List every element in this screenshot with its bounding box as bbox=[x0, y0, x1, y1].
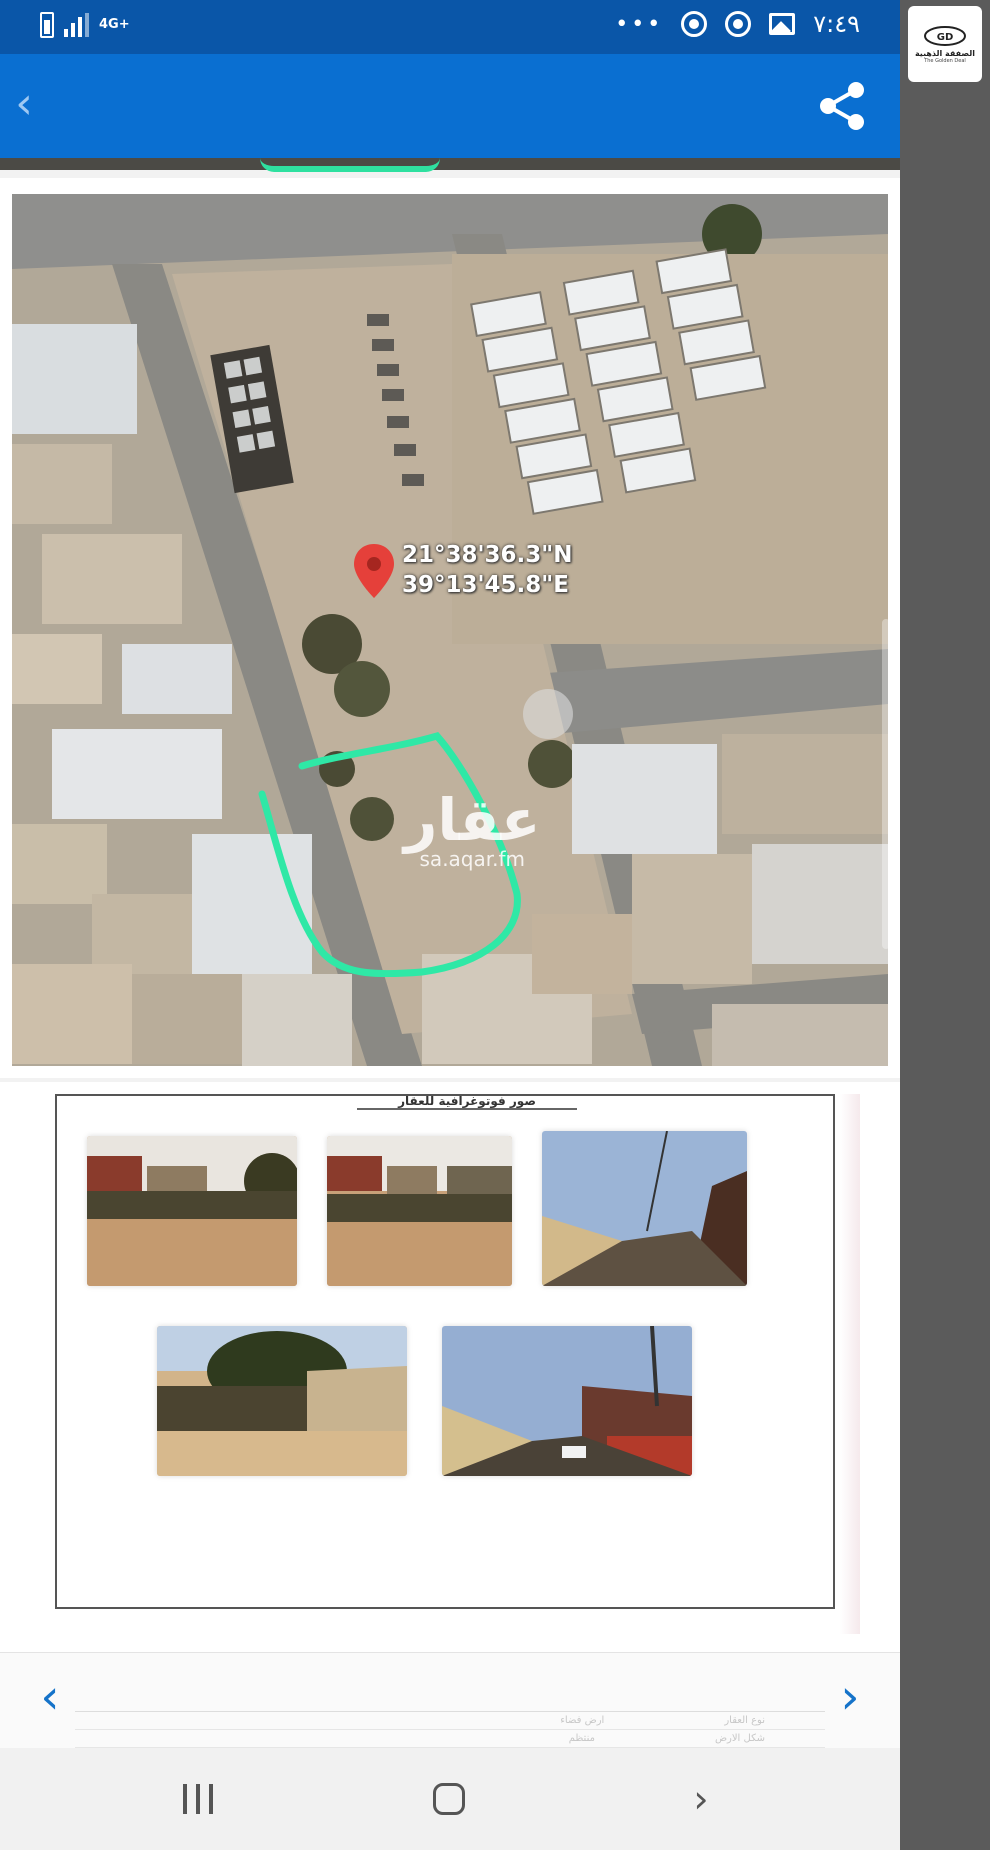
table-row: ارض فضاء نوع العقار bbox=[75, 1712, 825, 1730]
table-cell-label: شكل الارض bbox=[714, 1733, 765, 1744]
previous-image-edge bbox=[0, 158, 900, 172]
side-rail: GD الصفقة الذهبية The Golden Deal bbox=[900, 0, 990, 1850]
chevron-left-icon[interactable]: ‹ bbox=[30, 1671, 70, 1727]
property-photo-2 bbox=[327, 1136, 512, 1286]
network-type: 4G+ bbox=[99, 17, 130, 32]
app-bar: ‹ bbox=[0, 54, 900, 158]
brand-logo-mark: GD bbox=[924, 25, 966, 46]
table-cell-value: منتظم bbox=[568, 1733, 595, 1744]
brand-name-ar: الصفقة الذهبية bbox=[914, 48, 976, 58]
chevron-left-icon[interactable]: ‹ bbox=[6, 82, 42, 128]
overflow-dots: ••• bbox=[615, 11, 664, 37]
chrome-icon bbox=[725, 11, 752, 37]
brand-letters: GD bbox=[937, 32, 954, 43]
watermark-url: sa.aqar.fm bbox=[419, 847, 526, 871]
coordinates-label: 21°38'36.3"N 39°13'45.8"E bbox=[402, 540, 573, 600]
watermark-logo: عقار bbox=[404, 786, 541, 854]
property-photo-5 bbox=[442, 1326, 692, 1476]
table-cell-label: نوع العقار bbox=[724, 1715, 765, 1726]
longitude: 39°13'45.8"E bbox=[402, 572, 569, 598]
table-row: منتظم شكل الارض bbox=[75, 1730, 825, 1748]
home-icon[interactable] bbox=[414, 1774, 484, 1824]
share-icon[interactable] bbox=[814, 78, 870, 134]
brand-logo: GD الصفقة الذهبية The Golden Deal bbox=[908, 6, 982, 82]
property-photo-1 bbox=[87, 1136, 297, 1286]
document-title: صور فوتوغرافية للعقار bbox=[357, 1094, 577, 1110]
property-photo-3 bbox=[542, 1131, 747, 1286]
status-bar: 4G+ ••• ٧:٤٩ bbox=[0, 0, 900, 54]
satellite-map[interactable]: 21°38'36.3"N 39°13'45.8"E عقار sa.aqar.f… bbox=[12, 194, 888, 1066]
watermark: عقار sa.aqar.fm bbox=[404, 789, 541, 871]
faded-info-table: ارض فضاء نوع العقار منتظم شكل الارض bbox=[75, 1711, 825, 1751]
clock: ٧:٤٩ bbox=[813, 10, 860, 38]
gallery-icon bbox=[769, 13, 796, 35]
recents-icon[interactable] bbox=[163, 1774, 233, 1824]
brand-name-en: The Golden Deal bbox=[924, 57, 966, 64]
scroll-handle[interactable] bbox=[882, 619, 888, 949]
document-image-card[interactable]: صور فوتوغرافية للعقار bbox=[0, 1082, 900, 1652]
signal-icon bbox=[64, 13, 89, 37]
table-cell-value: ارض فضاء bbox=[560, 1715, 605, 1726]
document-frame: صور فوتوغرافية للعقار bbox=[55, 1094, 835, 1609]
chrome-icon bbox=[681, 11, 708, 37]
satellite-map-art bbox=[12, 194, 888, 1066]
battery-icon bbox=[40, 12, 54, 38]
back-icon[interactable]: › bbox=[666, 1774, 736, 1824]
chevron-right-icon[interactable]: › bbox=[830, 1671, 870, 1727]
map-pin-icon bbox=[354, 544, 394, 598]
image-pager: ارض فضاء نوع العقار منتظم شكل الارض ‹ › bbox=[0, 1652, 900, 1748]
system-nav-bar: › bbox=[0, 1748, 900, 1850]
property-photo-4 bbox=[157, 1326, 407, 1476]
page-shadow bbox=[840, 1094, 860, 1634]
phone-screen: 4G+ ••• ٧:٤٩ ‹ 21°38'36.3"N 39°13'45.8"E… bbox=[0, 0, 900, 1850]
latitude: 21°38'36.3"N bbox=[402, 542, 573, 568]
map-image-card[interactable]: 21°38'36.3"N 39°13'45.8"E عقار sa.aqar.f… bbox=[0, 178, 900, 1078]
